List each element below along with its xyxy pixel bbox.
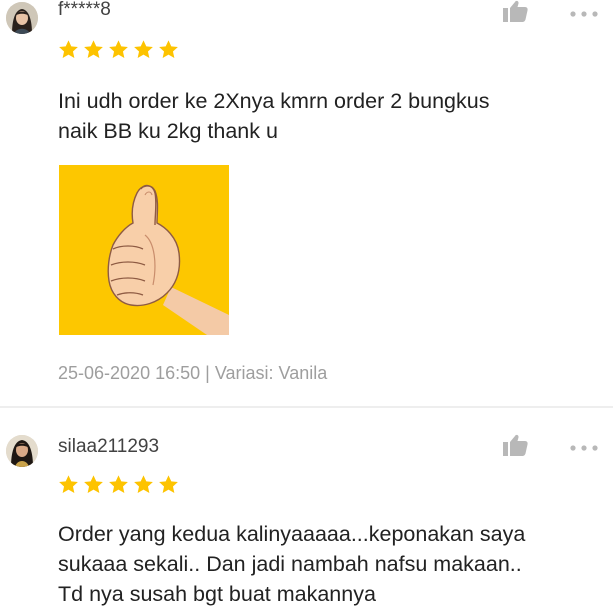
star-icon [134, 475, 153, 493]
more-dots-icon[interactable] [569, 439, 599, 451]
star-icon [109, 475, 128, 493]
avatar[interactable] [6, 435, 38, 467]
star-icon [134, 40, 153, 58]
review-comment: Order yang kedua kalinyaaaaa...keponakan… [58, 519, 598, 609]
star-icon [84, 40, 103, 58]
username[interactable]: f*****8 [58, 0, 111, 19]
avatar[interactable] [6, 2, 38, 34]
review-item: f*****8 Ini udh order ke 2Xnya kmrn orde… [0, 0, 613, 406]
star-icon [84, 475, 103, 493]
star-icon [59, 40, 78, 58]
comment-line: Ini udh order ke 2Xnya kmrn order 2 bung… [58, 89, 490, 113]
star-icon [159, 40, 178, 58]
review-photo[interactable] [59, 165, 229, 335]
comment-line: sukaaa sekali.. Dan jadi nambah nafsu ma… [58, 552, 522, 576]
thumbs-up-icon[interactable] [503, 434, 529, 456]
star-rating [58, 474, 179, 495]
username[interactable]: silaa211293 [58, 437, 159, 456]
star-icon [159, 475, 178, 493]
thumbs-up-icon[interactable] [503, 0, 529, 23]
comment-line: naik BB ku 2kg thank u [58, 119, 278, 143]
more-dots-icon[interactable] [569, 5, 599, 17]
meta-separator: | [205, 363, 210, 383]
star-icon [59, 475, 78, 493]
review-item: silaa211293 Order yang kedua kalinyaaaaa… [0, 408, 613, 613]
star-icon [109, 40, 128, 58]
comment-line: Order yang kedua kalinyaaaaa...keponakan… [58, 522, 526, 546]
review-date: 25-06-2020 16:50 [58, 363, 201, 383]
review-meta: 25-06-2020 16:50 | Variasi: Vanila [58, 363, 327, 384]
star-rating [58, 39, 179, 60]
comment-line: Td nya susah bgt buat makannya [58, 582, 376, 606]
review-variant: Variasi: Vanila [214, 363, 328, 383]
review-comment: Ini udh order ke 2Xnya kmrn order 2 bung… [58, 86, 598, 146]
